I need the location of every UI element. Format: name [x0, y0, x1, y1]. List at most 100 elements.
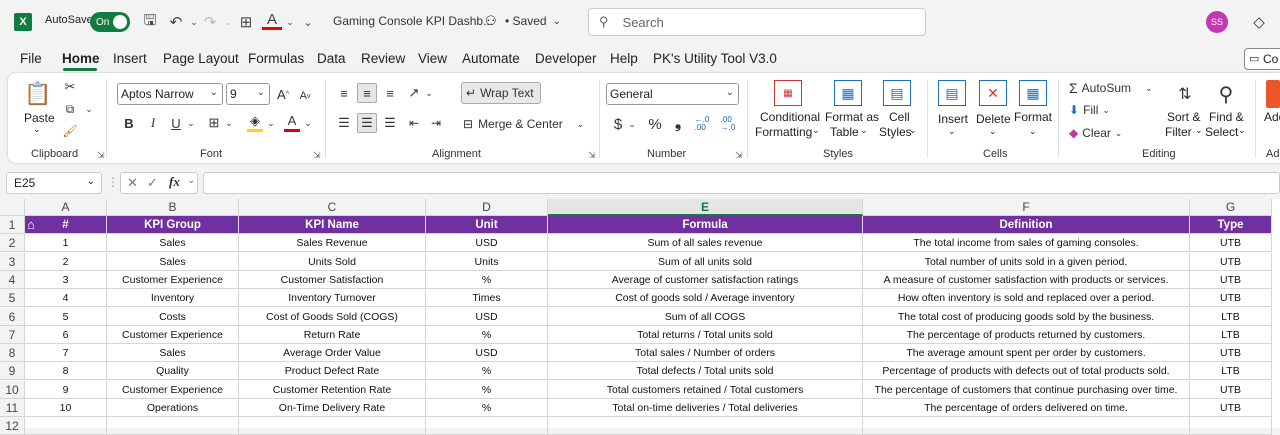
cell-definition[interactable]: The percentage of products returned by c… — [863, 325, 1190, 344]
cell-definition[interactable]: The total cost of producing goods sold b… — [863, 307, 1190, 326]
cell-type[interactable]: UTB — [1190, 270, 1272, 289]
chevron-down-icon[interactable]: ⌄ — [909, 125, 917, 136]
font-size-select[interactable]: 9 ⌄ — [226, 83, 270, 105]
format-painter-icon[interactable]: 🖌 — [62, 123, 78, 139]
row-header-6[interactable]: 6 — [0, 307, 25, 326]
cell-empty[interactable] — [107, 417, 239, 435]
cell-num[interactable]: 7 — [25, 344, 107, 363]
cell-unit[interactable]: % — [426, 270, 548, 289]
font-launcher-icon[interactable]: ⇲ — [313, 150, 321, 161]
conditional-formatting-icon[interactable]: ▦ — [774, 80, 802, 106]
cell-type[interactable]: UTB — [1190, 399, 1272, 417]
undo-icon[interactable]: ↶ — [166, 11, 186, 33]
column-header-a[interactable]: A — [25, 199, 107, 216]
add-ins-label[interactable]: Add — [1264, 110, 1280, 124]
bold-button[interactable]: B — [121, 114, 137, 132]
header-cell-kpi-group[interactable]: KPI Group — [107, 216, 239, 234]
column-header-g[interactable]: G — [1190, 199, 1272, 216]
cell-num[interactable]: 9 — [25, 380, 107, 399]
row-header-12[interactable]: 12 — [0, 417, 25, 435]
cell-unit[interactable]: % — [426, 362, 548, 381]
cell-unit[interactable]: USD — [426, 307, 548, 326]
cell-num[interactable]: 5 — [25, 307, 107, 326]
sort-filter-label-2[interactable]: Filter — [1165, 125, 1192, 139]
cell-unit[interactable]: USD — [426, 344, 548, 363]
align-bottom-icon[interactable]: ≡ — [380, 83, 400, 103]
format-as-table-label-1[interactable]: Format as — [825, 110, 879, 124]
underline-chevron-icon[interactable]: ⌄ — [186, 114, 196, 132]
cell-kpi-group[interactable]: Inventory — [107, 289, 239, 308]
font-color-dropdown-icon[interactable]: ⌄ — [280, 11, 300, 33]
header-cell-unit[interactable]: Unit — [426, 216, 548, 234]
cell-formula[interactable]: Average of customer satisfaction ratings — [548, 270, 863, 289]
insert-label[interactable]: Insert — [938, 112, 968, 126]
conditional-formatting-label-1[interactable]: Conditional — [760, 110, 820, 124]
cell-definition[interactable]: Percentage of products with defects out … — [863, 362, 1190, 381]
align-left-icon[interactable]: ☰ — [334, 113, 354, 133]
chevron-down-icon[interactable]: ⌄ — [989, 126, 997, 137]
orientation-chevron-icon[interactable]: ⌄ — [424, 83, 434, 103]
font-family-select[interactable]: Aptos Narrow ⌄ — [117, 83, 223, 105]
column-header-f[interactable]: F — [863, 199, 1190, 216]
italic-button[interactable]: I — [145, 114, 161, 132]
cell-type[interactable]: LTB — [1190, 307, 1272, 326]
cell-formula[interactable]: Sum of all sales revenue — [548, 234, 863, 253]
cell-kpi-name[interactable]: Customer Satisfaction — [239, 270, 426, 289]
header-cell-formula[interactable]: Formula — [548, 216, 863, 234]
chevron-down-icon[interactable]: ⌄ — [1238, 125, 1246, 136]
row-header-11[interactable]: 11 — [0, 399, 25, 417]
select-all-corner[interactable] — [0, 199, 25, 216]
increase-decimal-icon[interactable]: ←.0.00 — [692, 114, 712, 134]
chevron-down-icon[interactable]: ⌄ — [948, 126, 956, 137]
decrease-indent-icon[interactable]: ⇤ — [404, 113, 424, 133]
cell-empty[interactable] — [1190, 417, 1272, 435]
clear-button[interactable]: ◆ Clear ⌄ — [1069, 124, 1149, 142]
cell-kpi-name[interactable]: Inventory Turnover — [239, 289, 426, 308]
column-header-c[interactable]: C — [239, 199, 426, 216]
wrap-text-button[interactable]: ↵ Wrap Text — [461, 82, 541, 104]
paste-label[interactable]: Paste — [24, 111, 55, 125]
redo-icon[interactable]: ↷ — [200, 11, 220, 33]
cell-kpi-name[interactable]: On-Time Delivery Rate — [239, 399, 426, 417]
name-box[interactable]: E25 ⌄ — [6, 172, 102, 194]
header-cell-kpi-name[interactable]: KPI Name — [239, 216, 426, 234]
save-icon[interactable]: 🖫 — [140, 11, 160, 33]
search-box[interactable]: ⚲ Search — [588, 8, 926, 36]
menu-file[interactable]: File — [20, 51, 42, 66]
insert-function-button[interactable]: fx — [169, 174, 180, 190]
chevron-down-icon[interactable]: ⌄ — [860, 125, 868, 136]
percent-button[interactable]: % — [645, 114, 665, 134]
cell-definition[interactable]: The total income from sales of gaming co… — [863, 234, 1190, 253]
header-cell-type[interactable]: Type — [1190, 216, 1272, 234]
cell-definition[interactable]: The percentage of orders delivered on ti… — [863, 399, 1190, 417]
share-people-icon[interactable]: ⚇ — [485, 13, 497, 29]
cell-empty[interactable] — [239, 417, 426, 435]
font-color-chevron-icon[interactable]: ⌄ — [303, 114, 313, 132]
add-ins-icon[interactable] — [1266, 80, 1280, 108]
insert-cells-icon[interactable]: ▤ — [938, 80, 966, 106]
find-select-icon[interactable]: ⚲ — [1211, 80, 1241, 108]
cell-empty[interactable] — [426, 417, 548, 435]
cell-kpi-group[interactable]: Quality — [107, 362, 239, 381]
cell-definition[interactable]: How often inventory is sold and replaced… — [863, 289, 1190, 308]
cell-kpi-name[interactable]: Customer Retention Rate — [239, 380, 426, 399]
row-header-2[interactable]: 2 — [0, 234, 25, 253]
cell-type[interactable]: UTB — [1190, 289, 1272, 308]
number-format-select[interactable]: General ⌄ — [606, 83, 739, 105]
borders-icon[interactable]: ⊞ — [206, 114, 222, 132]
row-header-3[interactable]: 3 — [0, 252, 25, 271]
menu-automate[interactable]: Automate — [462, 51, 520, 66]
chevron-down-icon[interactable]: ⌄ — [187, 175, 195, 186]
decrease-font-icon[interactable]: Av — [296, 86, 314, 106]
increase-indent-icon[interactable]: ⇥ — [426, 113, 446, 133]
cut-icon[interactable]: ✂ — [62, 79, 78, 95]
enter-icon[interactable]: ✓ — [147, 175, 158, 191]
cell-styles-label-2[interactable]: Styles — [879, 125, 912, 139]
cell-unit[interactable]: % — [426, 380, 548, 399]
header-cell-num[interactable]: # — [25, 216, 107, 234]
cell-unit[interactable]: % — [426, 325, 548, 344]
cell-kpi-group[interactable]: Sales — [107, 234, 239, 253]
align-middle-icon[interactable]: ≡ — [357, 83, 377, 103]
font-color-icon[interactable]: A — [284, 112, 300, 132]
menu-home[interactable]: Home — [62, 51, 100, 66]
